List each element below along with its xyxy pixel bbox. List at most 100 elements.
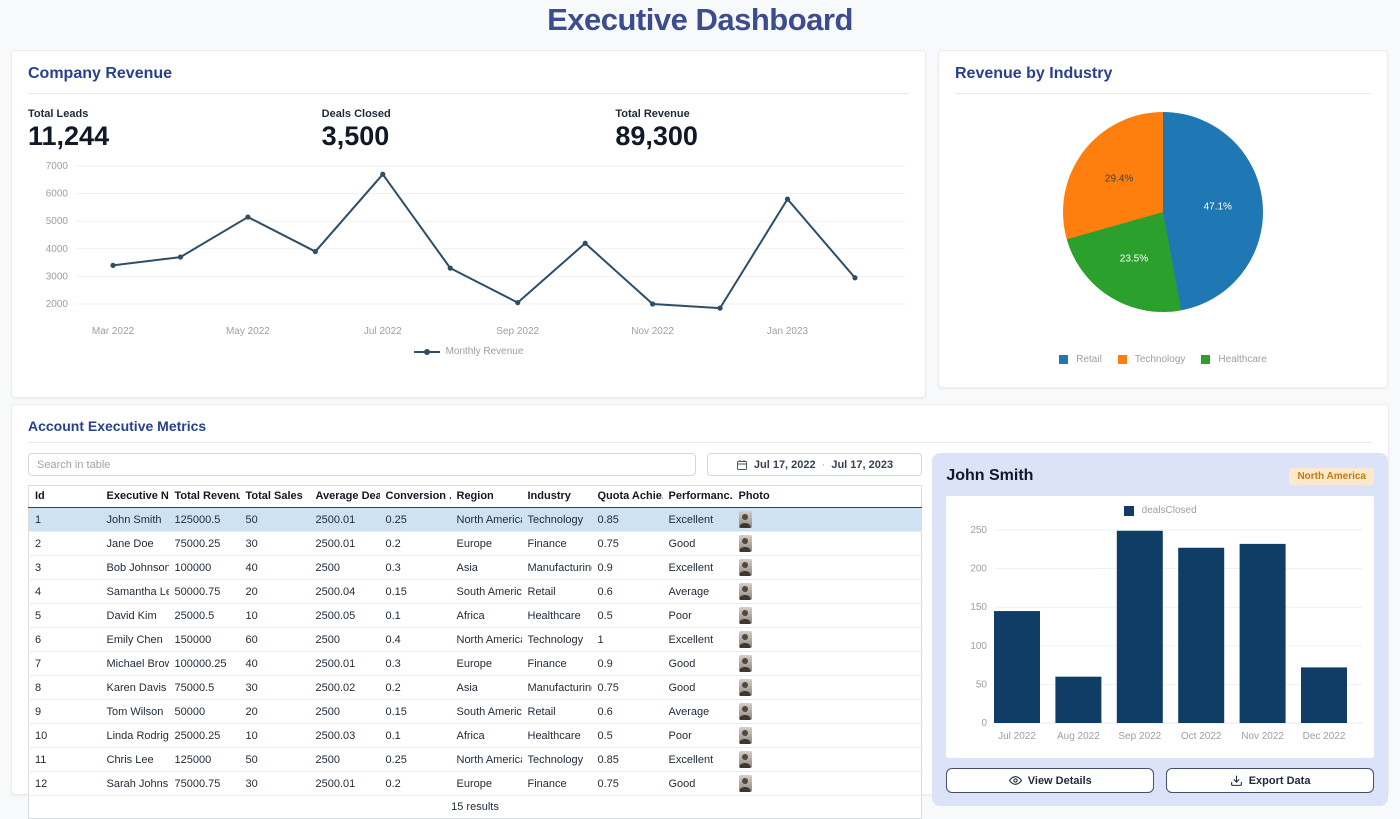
executive-name: John Smith [946,467,1033,485]
line-legend-marker-icon [414,348,440,356]
industry-pie-chart [1063,112,1263,312]
page-title: Executive Dashboard [0,2,1400,38]
table-cell: 5 [29,604,101,628]
table-row[interactable]: 11Chris Lee1250005025000.25North America… [29,748,922,772]
table-cell: 0.6 [592,580,663,604]
photo-cell [733,532,922,556]
monthly-revenue-line-chart: 200030004000500060007000Mar 2022May 2022… [28,154,911,346]
column-header-industry[interactable]: Industry [522,486,592,508]
table-row[interactable]: 9Tom Wilson500002025000.15South AmericaR… [29,700,922,724]
column-header-performanc[interactable]: Performanc... [663,486,733,508]
table-cell: Europe [451,772,522,796]
svg-text:100: 100 [970,641,987,652]
table-cell: 2500 [310,628,380,652]
table-cell: 75000.75 [169,772,240,796]
table-cell: 2500.01 [310,508,380,532]
avatar [739,655,752,672]
table-row[interactable]: 1John Smith125000.5502500.010.25North Am… [29,508,922,532]
executive-detail-card: John Smith North America dealsClosed 050… [932,453,1388,806]
column-header-photo[interactable]: Photo [733,486,922,508]
table-cell: 7 [29,652,101,676]
table-cell: Samantha Lee [101,580,169,604]
table-cell: Good [663,772,733,796]
svg-text:Jul 2022: Jul 2022 [998,731,1036,742]
kpi-total-leads: Total Leads 11,244 [28,108,322,152]
table-cell: Emily Chen [101,628,169,652]
column-header-executive-n[interactable]: Executive N... [101,486,169,508]
table-cell: 2500.03 [310,724,380,748]
table-row[interactable]: 12Sarah Johns...75000.75302500.010.2Euro… [29,772,922,796]
column-header-region[interactable]: Region [451,486,522,508]
pie-legend-item-healthcare[interactable]: Healthcare [1201,354,1266,365]
table-cell: 0.4 [380,628,451,652]
table-cell: Retail [522,700,592,724]
table-cell: Finance [522,652,592,676]
table-cell: Bob Johnson [101,556,169,580]
eye-icon [1009,774,1022,787]
table-row[interactable]: 10Linda Rodrig...25000.25102500.030.1Afr… [29,724,922,748]
bar-chart-legend[interactable]: dealsClosed [946,505,1374,516]
table-cell: Asia [451,556,522,580]
column-header-total-revenue[interactable]: Total Revenue [169,486,240,508]
photo-cell [733,652,922,676]
avatar [739,703,752,720]
column-header-average-dea[interactable]: Average Dea... [310,486,380,508]
photo-cell [733,580,922,604]
export-data-button[interactable]: Export Data [1166,768,1374,793]
table-cell: 125000 [169,748,240,772]
download-icon [1230,774,1243,787]
table-cell: 2500.02 [310,676,380,700]
column-header-total-sales[interactable]: Total Sales [240,486,310,508]
kpi-label: Total Leads [28,108,322,120]
table-cell: 10 [29,724,101,748]
avatar [739,535,752,552]
date-range-picker[interactable]: Jul 17, 2022 · Jul 17, 2023 [707,453,922,476]
revenue-by-industry-title: Revenue by Industry [955,65,1371,94]
table-cell: 60 [240,628,310,652]
table-cell: 1 [592,628,663,652]
table-cell: Excellent [663,556,733,580]
table-cell: Healthcare [522,604,592,628]
table-cell: Poor [663,604,733,628]
table-cell: Finance [522,532,592,556]
metrics-section-title: Account Executive Metrics [28,418,1372,443]
table-row[interactable]: 2Jane Doe75000.25302500.010.2EuropeFinan… [29,532,922,556]
svg-text:4000: 4000 [46,244,69,255]
table-cell: 0.25 [380,748,451,772]
column-header-quota-achie[interactable]: Quota Achie... [592,486,663,508]
table-cell: 0.2 [380,772,451,796]
table-cell: 0.75 [592,676,663,700]
table-row[interactable]: 3Bob Johnson1000004025000.3AsiaManufactu… [29,556,922,580]
table-cell: 10 [240,604,310,628]
table-cell: 10 [240,724,310,748]
table-row[interactable]: 7Michael Brown100000.25402500.010.3Europ… [29,652,922,676]
search-input[interactable] [28,453,696,476]
svg-text:Nov 2022: Nov 2022 [1241,731,1284,742]
table-cell: David Kim [101,604,169,628]
svg-text:Aug 2022: Aug 2022 [1057,731,1100,742]
table-cell: South America [451,580,522,604]
table-cell: 9 [29,700,101,724]
company-revenue-card: Company Revenue Total Leads 11,244 Deals… [11,50,926,398]
view-details-button[interactable]: View Details [946,768,1154,793]
pie-legend-item-retail[interactable]: Retail [1059,354,1102,365]
avatar [739,631,752,648]
table-cell: 30 [240,772,310,796]
table-cell: 0.85 [592,508,663,532]
pie-legend-item-technology[interactable]: Technology [1118,354,1186,365]
photo-cell [733,508,922,532]
table-row[interactable]: 4Samantha Lee50000.75202500.040.15South … [29,580,922,604]
table-row[interactable]: 6Emily Chen1500006025000.4North AmericaT… [29,628,922,652]
table-cell: John Smith [101,508,169,532]
column-header-conversion[interactable]: Conversion ... [380,486,451,508]
table-row[interactable]: 5David Kim25000.5102500.050.1AfricaHealt… [29,604,922,628]
table-cell: 0.2 [380,676,451,700]
table-row[interactable]: 8Karen Davis75000.5302500.020.2AsiaManuf… [29,676,922,700]
table-cell: 40 [240,652,310,676]
legend-swatch-icon [1201,355,1210,364]
table-cell: 0.1 [380,724,451,748]
column-header-id[interactable]: Id [29,486,101,508]
line-chart-legend[interactable]: Monthly Revenue [28,346,909,357]
photo-cell [733,628,922,652]
svg-text:May 2022: May 2022 [226,326,270,337]
